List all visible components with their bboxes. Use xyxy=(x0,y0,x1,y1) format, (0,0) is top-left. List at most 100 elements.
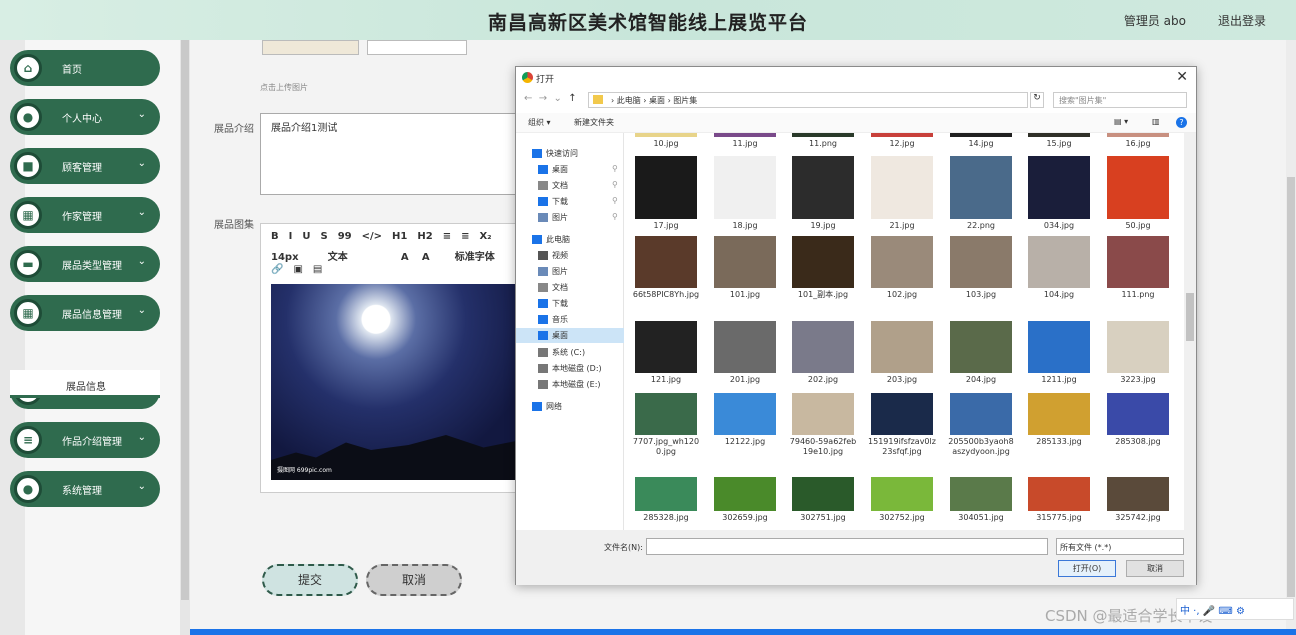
nav-item-0[interactable]: 快速访问 xyxy=(516,146,624,161)
file-tile[interactable]: 17.jpg xyxy=(632,156,700,231)
nav-item-5[interactable]: 此电脑 xyxy=(516,232,624,247)
nav-item-9[interactable]: 下载 xyxy=(516,296,624,311)
file-tile[interactable]: 11.png xyxy=(789,133,857,149)
filetype-select[interactable]: 所有文件 (*.*) xyxy=(1056,538,1184,555)
file-tile[interactable]: 302752.jpg xyxy=(868,477,936,523)
file-tile[interactable]: 21.jpg xyxy=(868,156,936,231)
file-tile[interactable]: 202.jpg xyxy=(789,321,857,385)
nav-item-1[interactable]: 桌面 ⚲ xyxy=(516,162,624,177)
file-tile[interactable]: 151919ifsfzav0lz23sfqf.jpg xyxy=(868,393,936,457)
nav-item-14[interactable]: 本地磁盘 (E:) xyxy=(516,377,624,392)
file-tile[interactable]: 16.jpg xyxy=(1104,133,1172,149)
sidebar-item-2[interactable]: ■ 顾客管理 ⌄ xyxy=(10,148,160,184)
sidebar-item-4[interactable]: ▬ 展品类型管理 ⌄ xyxy=(10,246,160,282)
nav-item-13[interactable]: 本地磁盘 (D:) xyxy=(516,361,624,376)
nav-item-3[interactable]: 下载 ⚲ xyxy=(516,194,624,209)
close-icon[interactable]: ✕ xyxy=(1176,69,1188,85)
file-tile[interactable]: 102.jpg xyxy=(868,236,936,300)
nav-item-4[interactable]: 图片 ⚲ xyxy=(516,210,624,225)
toolbar-btn-0[interactable]: B xyxy=(271,231,279,242)
file-tile[interactable]: 104.jpg xyxy=(1025,236,1093,300)
file-tile[interactable]: 101_副本.jpg xyxy=(789,236,857,300)
sidebar-item-0[interactable]: ⌂ 首页 xyxy=(10,50,160,86)
uploaded-image-thumb[interactable] xyxy=(262,40,359,55)
upload-box[interactable] xyxy=(367,40,467,55)
file-tile[interactable]: 203.jpg xyxy=(868,321,936,385)
nav-item-11[interactable]: 桌面 xyxy=(516,328,624,343)
scroll-thumb[interactable] xyxy=(1287,177,1295,597)
file-tile[interactable]: 204.jpg xyxy=(947,321,1015,385)
toolbar-btn-9[interactable]: ≡ xyxy=(461,231,469,242)
file-tile[interactable]: 7707.jpg_wh1200.jpg xyxy=(632,393,700,457)
sidebar-item-5[interactable]: ▦ 展品信息管理 ⌄ xyxy=(10,295,160,331)
file-tile[interactable]: 11.jpg xyxy=(711,133,779,149)
admin-user-label[interactable]: 管理员 abo xyxy=(1124,12,1186,29)
nav-item-10[interactable]: 音乐 xyxy=(516,312,624,327)
font-family-select[interactable]: 标准字体 xyxy=(455,248,495,263)
sidebar-item-3[interactable]: ▦ 作家管理 ⌄ xyxy=(10,197,160,233)
path-breadcrumb[interactable]: › 此电脑 › 桌面 › 图片集 xyxy=(588,92,1028,108)
sidebar-item-1[interactable]: ● 个人中心 ⌄ xyxy=(10,99,160,135)
organize-menu[interactable]: 组织 ▾ xyxy=(528,117,551,128)
file-tile[interactable]: 205500b3yaoh8aszydyoon.jpg xyxy=(947,393,1015,457)
file-tile[interactable]: 12.jpg xyxy=(868,133,936,149)
file-tile[interactable]: 18.jpg xyxy=(711,156,779,231)
rich-text-editor[interactable]: B I U S 99 </> H1 H2 ≡ ≡ X₂ 14px 文本 A A 标准字体 🔗 ▣ ▤ 摄… xyxy=(260,223,521,493)
sidebar-scrollbar[interactable] xyxy=(180,40,190,635)
file-tile[interactable]: 285308.jpg xyxy=(1104,393,1172,447)
file-tile[interactable]: 101.jpg xyxy=(711,236,779,300)
toolbar-btn-1[interactable]: I xyxy=(289,231,293,242)
bg-color-icon[interactable]: A xyxy=(422,252,430,263)
file-tile[interactable]: 103.jpg xyxy=(947,236,1015,300)
file-tile[interactable]: 325742.jpg xyxy=(1104,477,1172,523)
nav-item-2[interactable]: 文档 ⚲ xyxy=(516,178,624,193)
file-tile[interactable]: 201.jpg xyxy=(711,321,779,385)
file-tile[interactable]: 121.jpg xyxy=(632,321,700,385)
link-icon[interactable]: 🔗 xyxy=(271,264,283,275)
toolbar-btn-7[interactable]: H2 xyxy=(417,231,432,242)
filename-input[interactable] xyxy=(646,538,1048,555)
nav-item-6[interactable]: 视频 xyxy=(516,248,624,263)
image-icon[interactable]: ▣ xyxy=(293,264,302,275)
file-tile[interactable]: 285133.jpg xyxy=(1025,393,1093,447)
page-scrollbar[interactable] xyxy=(1286,40,1296,629)
file-tile[interactable]: 111.png xyxy=(1104,236,1172,300)
file-tile[interactable]: 12122.jpg xyxy=(711,393,779,447)
help-icon[interactable]: ? xyxy=(1176,117,1187,128)
ime-toolbar[interactable]: 中 ·, 🎤 ⌨ ⚙ xyxy=(1176,598,1294,620)
toolbar-btn-5[interactable]: </> xyxy=(362,231,382,242)
file-tile[interactable]: 79460-59a62feb19e10.jpg xyxy=(789,393,857,457)
file-tile[interactable]: 315775.jpg xyxy=(1025,477,1093,523)
file-tile[interactable]: 304051.jpg xyxy=(947,477,1015,523)
toolbar-btn-4[interactable]: 99 xyxy=(338,231,352,242)
toolbar-btn-6[interactable]: H1 xyxy=(392,231,407,242)
toolbar-btn-10[interactable]: X₂ xyxy=(479,231,491,242)
file-tile[interactable]: 15.jpg xyxy=(1025,133,1093,149)
preview-pane-icon[interactable]: ▥ xyxy=(1152,117,1160,126)
new-folder-button[interactable]: 新建文件夹 xyxy=(574,117,614,128)
scroll-thumb[interactable] xyxy=(181,40,189,600)
font-size-select[interactable]: 14px xyxy=(271,252,299,263)
toolbar-btn-8[interactable]: ≡ xyxy=(443,231,451,242)
file-tile[interactable]: 302751.jpg xyxy=(789,477,857,523)
sidebar-item-7[interactable]: ≡ 作品介绍管理 ⌄ xyxy=(10,422,160,458)
cancel-button[interactable]: 取消 xyxy=(366,564,462,596)
toolbar-btn-3[interactable]: S xyxy=(320,231,327,242)
file-tile[interactable]: 19.jpg xyxy=(789,156,857,231)
file-scrollbar[interactable] xyxy=(1184,133,1196,530)
open-button[interactable]: 打开(O) xyxy=(1058,560,1116,577)
intro-textarea[interactable]: 展品介绍1测试 xyxy=(260,113,530,195)
file-tile[interactable]: 285328.jpg xyxy=(632,477,700,523)
toolbar-btn-2[interactable]: U xyxy=(302,231,310,242)
refresh-icon[interactable]: ↻ xyxy=(1030,92,1044,108)
file-tile[interactable]: 22.png xyxy=(947,156,1015,231)
nav-arrows[interactable]: ← → ⌄ ↑ xyxy=(524,93,577,104)
font-color-icon[interactable]: A xyxy=(401,252,409,263)
file-tile[interactable]: 302659.jpg xyxy=(711,477,779,523)
dialog-cancel-button[interactable]: 取消 xyxy=(1126,560,1184,577)
submenu-item-exhibit-info[interactable]: 展品信息 xyxy=(10,370,160,398)
search-input[interactable]: 搜索"图片集" xyxy=(1053,92,1187,108)
nav-item-15[interactable]: 网络 xyxy=(516,399,624,414)
file-tile[interactable]: 66t58PIC8Yh.jpg xyxy=(632,236,700,300)
nav-item-7[interactable]: 图片 xyxy=(516,264,624,279)
